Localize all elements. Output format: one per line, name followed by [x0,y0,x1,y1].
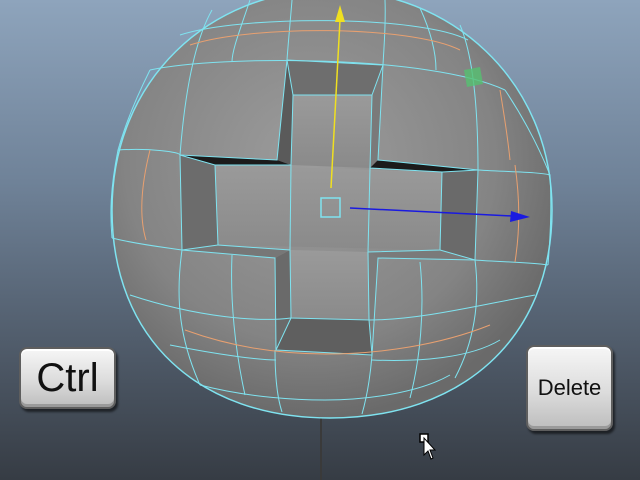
3d-viewport[interactable]: Ctrl Delete [0,0,640,480]
ctrl-key-overlay: Ctrl [19,347,116,409]
delete-key-label: Delete [537,375,602,400]
ctrl-key-label: Ctrl [36,355,99,400]
delete-key-overlay: Delete [526,345,613,431]
highlighted-face [464,67,483,87]
mouse-cursor-icon [419,433,437,460]
